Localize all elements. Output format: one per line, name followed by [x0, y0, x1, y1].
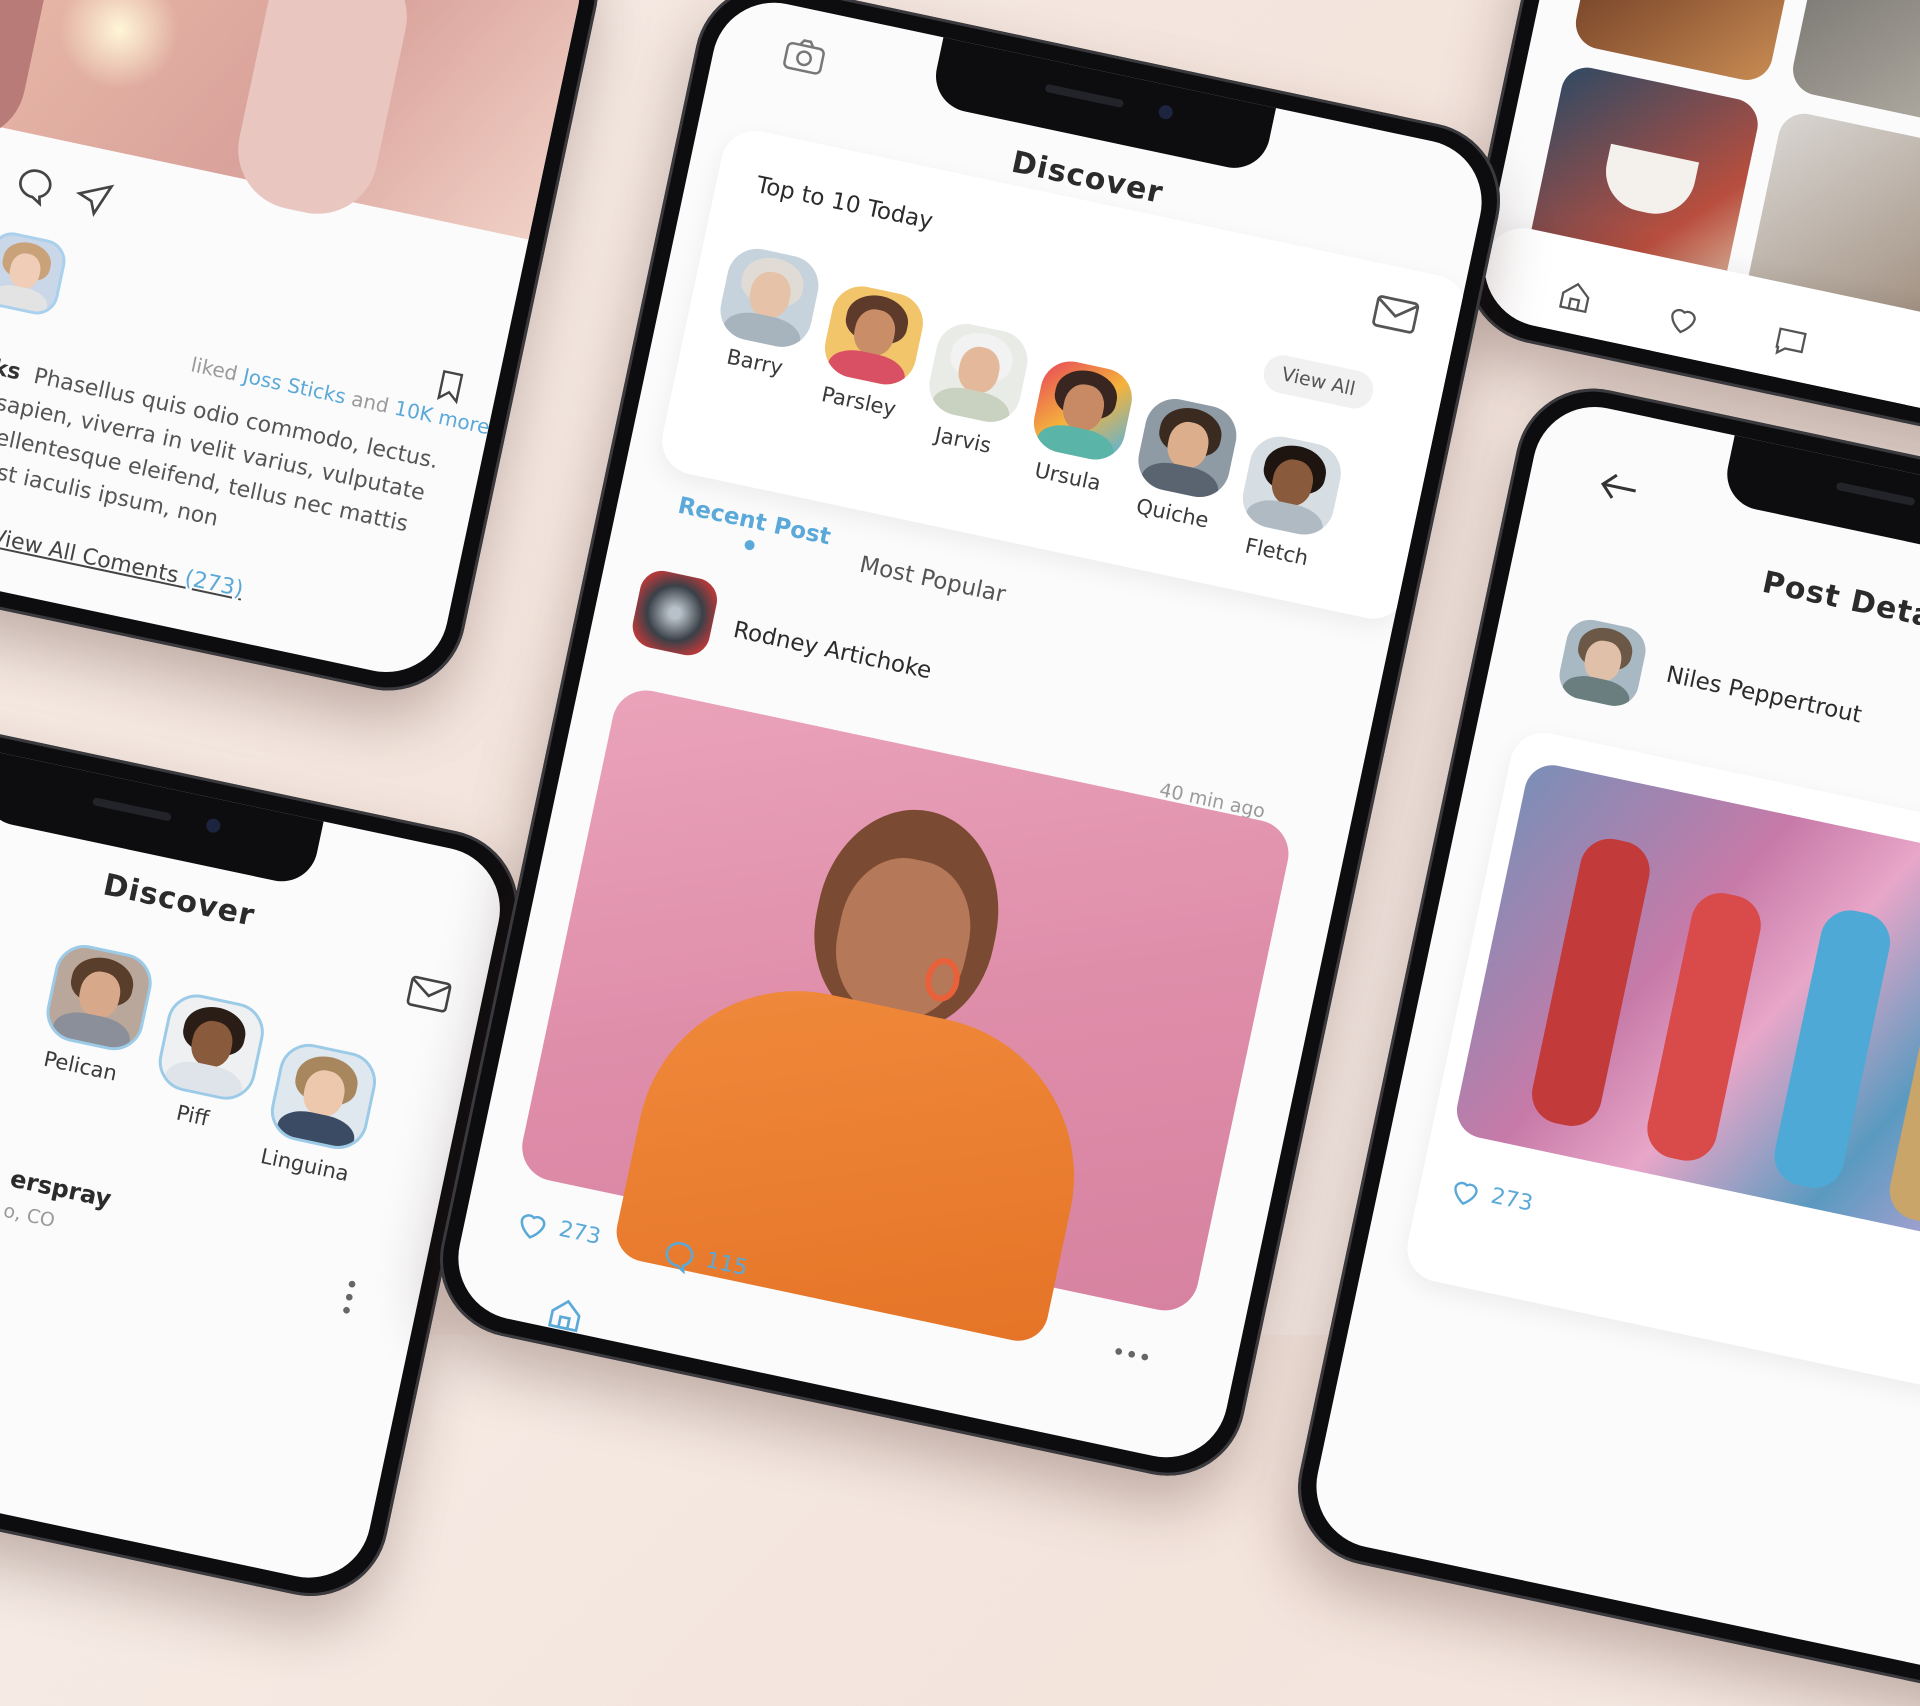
mail-icon[interactable] [1371, 293, 1421, 335]
heart-icon[interactable] [1663, 299, 1703, 339]
story-avatar-jarvis[interactable] [923, 318, 1033, 428]
gallery-screen [1472, 0, 1920, 435]
chat-icon[interactable] [1770, 322, 1810, 362]
active-tab-indicator [743, 539, 756, 551]
discover-title-small: Discover [100, 867, 259, 934]
view-all-comments-link[interactable]: View All Coments (273) [0, 525, 245, 603]
story-avatar-piff[interactable] [153, 988, 270, 1106]
comment-icon[interactable] [11, 162, 58, 209]
home-icon[interactable] [544, 1293, 587, 1336]
top-ten-title: Top to 10 Today [754, 172, 936, 235]
home-icon[interactable] [1555, 277, 1595, 317]
gallery-photo-bar[interactable] [1788, 0, 1920, 131]
caption-author[interactable]: Sticks [0, 346, 23, 386]
more-icon[interactable] [1112, 1341, 1154, 1361]
phone-gallery [1451, 0, 1920, 456]
post-author-avatar[interactable] [628, 566, 722, 660]
post-photo-woman[interactable] [515, 684, 1295, 1347]
comment-icon[interactable] [659, 1236, 699, 1276]
tab-recent-post[interactable]: Recent Post [672, 493, 833, 566]
liked-user-link[interactable]: Joss Sticks [241, 363, 348, 408]
author-avatar[interactable] [1555, 615, 1650, 711]
discover-main-screen: Discover Top to 10 Today View All Barry … [446, 0, 1494, 1469]
story-name: Fletch [1242, 533, 1311, 571]
post-author-name[interactable]: Rodney Artichoke [731, 617, 934, 684]
story-avatar-parsley[interactable] [819, 280, 929, 390]
send-icon[interactable] [70, 174, 117, 221]
story-avatar-linguina[interactable] [265, 1038, 382, 1155]
story-avatar-fletch[interactable] [1237, 431, 1347, 541]
story-avatar-pelican[interactable] [40, 939, 158, 1056]
camera-icon[interactable] [781, 35, 827, 77]
like-count: 273 [556, 1216, 603, 1250]
story-avatar-barry[interactable] [714, 243, 825, 353]
post-detail-title: Post Detail [1759, 564, 1920, 640]
story-avatar-ursula[interactable] [1028, 355, 1138, 466]
phone-discover-small: Discover Pelican Piff Linguina erspray o… [0, 689, 533, 1611]
more-vertical-icon[interactable] [339, 1276, 359, 1318]
heart-icon[interactable] [512, 1205, 552, 1245]
post-location-small: o, CO [1, 1199, 57, 1233]
post-comments-screen: liked Joss Sticks and 10K more Sticks Ph… [0, 0, 591, 684]
heart-icon[interactable] [1447, 1173, 1485, 1211]
story-avatar-quiche[interactable] [1132, 393, 1242, 503]
view-all-button[interactable]: View All [1260, 351, 1377, 412]
back-arrow-icon[interactable] [1597, 469, 1642, 507]
discover-small-screen: Discover Pelican Piff Linguina erspray o… [0, 710, 512, 1590]
phone-post-comments: liked Joss Sticks and 10K more Sticks Ph… [0, 0, 613, 705]
post-author-name[interactable]: Niles Peppertrout [1664, 662, 1864, 729]
tab-most-popular[interactable]: Most Popular [857, 552, 1008, 608]
liker-avatar[interactable] [0, 228, 70, 319]
mail-icon[interactable] [405, 973, 453, 1015]
